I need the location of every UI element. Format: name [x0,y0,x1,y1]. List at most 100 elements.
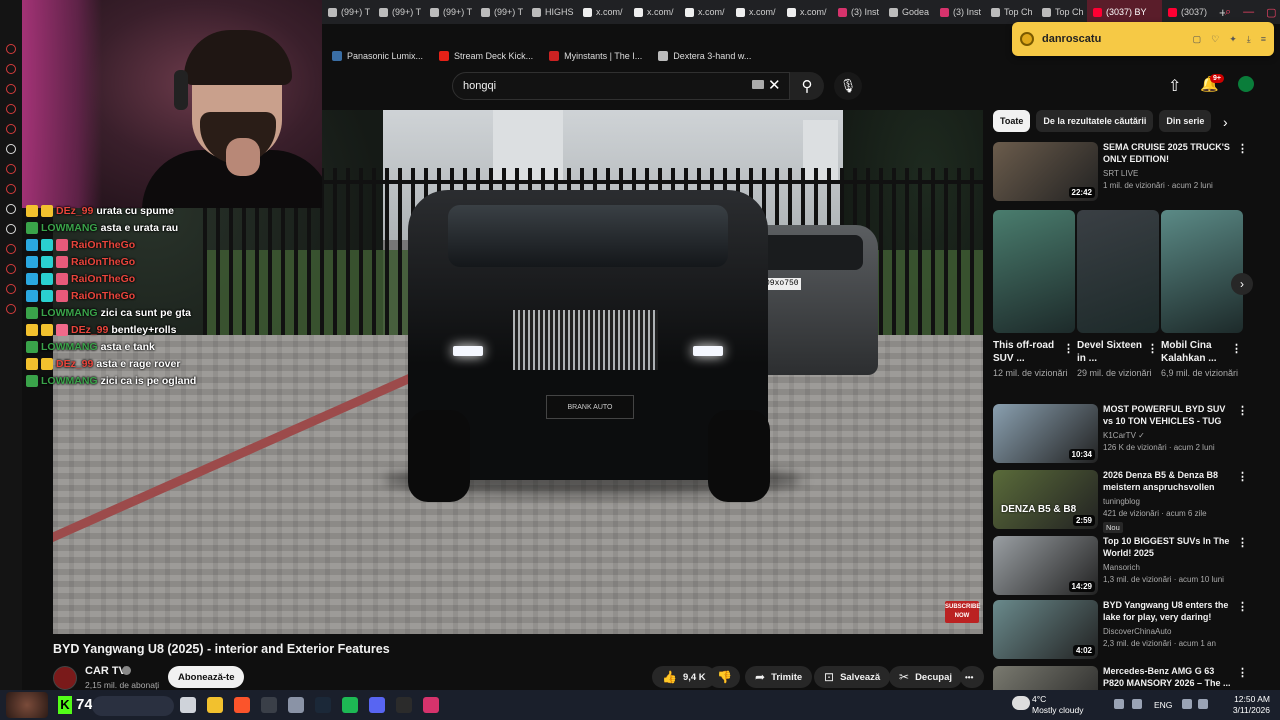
taskbar-thumbnail[interactable] [6,692,48,718]
puzzle-icon[interactable]: ✦ [1229,34,1237,45]
new-tab-button[interactable]: + [1213,0,1225,24]
channel-name[interactable]: K1CarTV ✓ [1103,431,1145,440]
app-icon[interactable] [6,64,16,74]
app-icon[interactable] [6,124,16,134]
browser-tab[interactable]: x.com/ [577,0,628,24]
keyboard-icon[interactable] [752,80,764,89]
video-thumbnail[interactable]: 10:34 [993,404,1098,463]
app-icon[interactable] [6,164,16,174]
channel-name[interactable]: DiscoverChinaAuto [1103,627,1171,636]
share-button[interactable]: ➦ Trimite [745,666,813,688]
browser-tab[interactable]: Top Ch [1036,0,1087,24]
more-options-icon[interactable]: ⋮ [1063,342,1074,355]
search-button[interactable]: ⚲ [790,72,824,100]
related-video[interactable]: Mercedes-Benz AMG G 63 P820 MANSORY 2026… [993,666,1248,690]
channel-name[interactable]: Mansorich [1103,563,1140,572]
short-thumbnail[interactable] [1161,210,1243,333]
chevron-up-icon[interactable] [1114,699,1124,709]
app-icon[interactable] [6,264,16,274]
more-options-icon[interactable]: ⋮ [1237,470,1248,483]
channel-name[interactable]: SRT LIVE [1103,169,1138,178]
video-thumbnail[interactable]: DENZA B5 & B8 2:59 [993,470,1098,529]
volume-icon[interactable] [1198,699,1208,709]
browser-tab[interactable]: x.com/ [730,0,781,24]
taskbar-search[interactable] [92,696,174,716]
more-options-icon[interactable]: ⋮ [1231,342,1242,355]
filter-chip[interactable]: Din serie [1159,110,1212,132]
minimize-icon[interactable]: — [1243,6,1254,19]
channel-avatar[interactable] [53,666,77,690]
short-title[interactable]: Devel Sixteen in ... [1077,339,1147,365]
subscribe-button[interactable]: Abonează-te [168,666,245,688]
browser-tab[interactable]: (3) Inst [832,0,883,24]
more-options-icon[interactable]: ⋮ [1147,342,1158,355]
clip-button[interactable]: ✂ Decupaj [889,666,963,688]
language-indicator[interactable]: ENG [1154,700,1172,710]
more-options-icon[interactable]: ⋮ [1237,600,1248,613]
browser-tab[interactable]: x.com/ [679,0,730,24]
related-video[interactable]: DENZA B5 & B8 2:59 2026 Denza B5 & Denza B… [993,470,1248,533]
more-options-icon[interactable]: ⋮ [1237,666,1248,679]
more-options-icon[interactable]: ⋮ [1237,142,1248,155]
taskbar-app-icon[interactable] [180,697,196,713]
clock-time[interactable]: 12:50 AM [1226,694,1270,704]
app-icon[interactable] [6,84,16,94]
video-title[interactable]: SEMA CRUISE 2025 TRUCK'S ONLY EDITION! [1103,142,1231,165]
short-thumbnail[interactable] [1077,210,1159,333]
video-thumbnail[interactable] [993,666,1098,690]
filter-chip[interactable]: De la rezultatele căutării [1036,110,1154,132]
voice-search-button[interactable]: 🎙 [834,72,862,100]
microphone-tray-icon[interactable] [1132,699,1142,709]
video-title[interactable]: 2026 Denza B5 & Denza B8 meistern anspru… [1103,470,1231,494]
video-title[interactable]: BYD Yangwang U8 enters the lake for play… [1103,600,1231,623]
video-title[interactable]: MOST POWERFUL BYD SUV vs 10 TON VEHICLES… [1103,404,1231,428]
kick-logo-icon[interactable]: K [58,696,72,714]
browser-tab[interactable]: x.com/ [628,0,679,24]
related-video[interactable]: 4:02 BYD Yangwang U8 enters the lake for … [993,600,1248,660]
upload-icon[interactable]: ⇧ [1168,76,1181,96]
video-title[interactable]: Mercedes-Benz AMG G 63 P820 MANSORY 2026… [1103,666,1231,689]
like-button[interactable]: 👍 9,4 K [652,666,716,688]
app-icon[interactable] [6,104,16,114]
video-thumbnail[interactable]: 14:29 [993,536,1098,595]
browser-tab[interactable]: (3037) BY [1087,0,1162,24]
browser-tab[interactable]: Godea [883,0,934,24]
channel-name[interactable]: tuningblog [1103,497,1140,506]
bookmark-item[interactable]: Dextera 3-hand w... [658,51,751,61]
shorts-next-button[interactable]: › [1231,273,1253,295]
maximize-icon[interactable]: ▢ [1266,6,1276,19]
taskbar-app-icon[interactable] [369,697,385,713]
related-video[interactable]: 10:34 MOST POWERFUL BYD SUV vs 10 TON VEH… [993,404,1248,464]
browser-tab[interactable]: (3037) [1162,0,1213,24]
app-icon[interactable] [6,304,16,314]
bookmark-item[interactable]: Myinstants | The I... [549,51,642,61]
taskbar-app-icon[interactable] [423,697,439,713]
dislike-button[interactable]: 👎 [708,666,740,688]
search-input[interactable] [463,80,743,92]
channel-name[interactable]: CAR TV [85,665,126,677]
chat-icon[interactable]: ▢ [1193,34,1202,45]
browser-tab[interactable]: (99+) T [373,0,424,24]
bookmark-item[interactable]: Stream Deck Kick... [439,51,533,61]
browser-tab[interactable]: x.com/ [781,0,832,24]
short-item[interactable]: Mobil Cina Kalahkan ... 6,9 mil. de vizio… [1161,210,1243,379]
app-icon[interactable] [6,184,16,194]
extension-popup[interactable]: danroscatu ▢ ♡ ✦ ⤓ ≡ [1012,22,1274,56]
more-actions-button[interactable]: ••• [960,666,984,688]
app-icon[interactable] [6,204,16,214]
taskbar-app-icon[interactable] [234,697,250,713]
chevron-right-icon[interactable]: › [1223,114,1228,130]
save-button[interactable]: ⊡ Salvează [814,666,891,688]
browser-tab[interactable]: (99+) T [322,0,373,24]
browser-tab[interactable]: (99+) T [424,0,475,24]
clock-date[interactable]: 3/11/2026 [1226,705,1270,715]
app-icon[interactable] [6,144,16,154]
short-title[interactable]: This off-road SUV ... [993,339,1063,365]
app-icon[interactable] [6,244,16,254]
taskbar-app-icon[interactable] [261,697,277,713]
taskbar-app-icon[interactable] [288,697,304,713]
browser-tab[interactable]: (99+) T [475,0,526,24]
short-item[interactable]: Devel Sixteen in ... 29 mil. de vizionări… [1077,210,1159,379]
clear-search-icon[interactable]: ✕ [768,76,781,94]
search-box[interactable] [452,72,790,100]
